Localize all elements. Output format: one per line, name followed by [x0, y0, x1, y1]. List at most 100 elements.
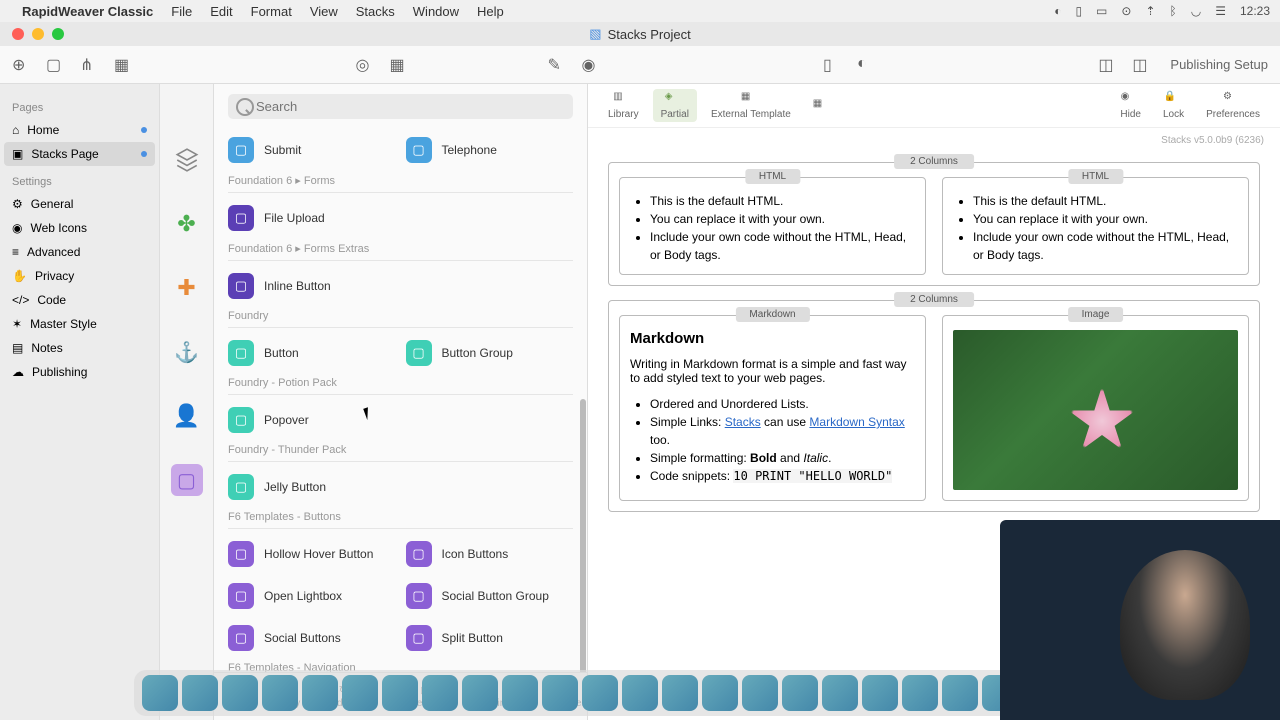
- stack-image[interactable]: Image: [942, 315, 1249, 501]
- stack-markdown[interactable]: Markdown Markdown Writing in Markdown fo…: [619, 315, 926, 501]
- macos-dock[interactable]: [134, 670, 1146, 716]
- dock-app-icon[interactable]: [902, 675, 938, 711]
- dock-app-icon[interactable]: [822, 675, 858, 711]
- scrollbar[interactable]: [580, 399, 586, 672]
- sidebar-publishing[interactable]: ☁Publishing: [0, 360, 159, 384]
- menu-edit[interactable]: Edit: [210, 4, 232, 19]
- grid-icon[interactable]: ▦: [389, 55, 409, 75]
- status-icon[interactable]: ▯: [1075, 4, 1082, 18]
- dock-app-icon[interactable]: [782, 675, 818, 711]
- mode-prefs[interactable]: ⚙Preferences: [1198, 89, 1268, 122]
- dock-app-icon[interactable]: [662, 675, 698, 711]
- sidebar-webicons[interactable]: ◉Web Icons: [0, 216, 159, 240]
- status-icon[interactable]: ⊙: [1121, 4, 1131, 18]
- dock-app-icon[interactable]: [302, 675, 338, 711]
- sidebar-right-icon[interactable]: ◫: [1132, 55, 1152, 75]
- dock-app-icon[interactable]: [382, 675, 418, 711]
- app-name[interactable]: RapidWeaver Classic: [22, 4, 153, 19]
- source-icon[interactable]: ◎: [355, 55, 375, 75]
- edit-icon[interactable]: ✎: [547, 55, 567, 75]
- dock-app-icon[interactable]: [942, 675, 978, 711]
- publishing-setup-button[interactable]: Publishing Setup: [1170, 57, 1268, 72]
- bluetooth-icon[interactable]: ᛒ: [1170, 4, 1177, 18]
- mode-partial[interactable]: ◈Partial: [653, 89, 697, 122]
- sidebar-masterstyle[interactable]: ✶Master Style: [0, 312, 159, 336]
- wifi-icon[interactable]: ◡: [1191, 4, 1201, 18]
- minimize-window-button[interactable]: [32, 28, 44, 40]
- resources-icon[interactable]: ▢: [46, 55, 66, 75]
- mode-external[interactable]: ▦External Template: [703, 89, 799, 122]
- stack-html[interactable]: HTMLThis is the default HTML.You can rep…: [619, 177, 926, 275]
- library-item[interactable]: ▢Telephone: [406, 137, 574, 163]
- library-item[interactable]: ▢Jelly Button: [228, 474, 396, 500]
- library-item[interactable]: ▢Split Button: [406, 625, 574, 651]
- category-puzzle-icon[interactable]: ✚: [171, 272, 203, 304]
- library-item[interactable]: ▢Submit: [228, 137, 396, 163]
- sidebar-left-icon[interactable]: ◫: [1098, 55, 1118, 75]
- dock-app-icon[interactable]: [702, 675, 738, 711]
- status-icon[interactable]: ◐: [1054, 4, 1061, 18]
- sidebar-privacy[interactable]: ✋Privacy: [0, 264, 159, 288]
- device-icon[interactable]: ▯: [823, 55, 843, 75]
- media-icon[interactable]: ▦: [114, 55, 134, 75]
- category-all-icon[interactable]: [171, 144, 203, 176]
- dock-app-icon[interactable]: [182, 675, 218, 711]
- library-item[interactable]: ▢Social Button Group: [406, 583, 574, 609]
- mode-library[interactable]: ▥Library: [600, 89, 647, 122]
- category-person-icon[interactable]: 👤: [171, 400, 203, 432]
- stack-2columns[interactable]: 2 Columns Markdown Markdown Writing in M…: [608, 300, 1260, 512]
- menu-stacks[interactable]: Stacks: [356, 4, 395, 19]
- maximize-window-button[interactable]: [52, 28, 64, 40]
- dock-app-icon[interactable]: [542, 675, 578, 711]
- dock-app-icon[interactable]: [222, 675, 258, 711]
- stack-html[interactable]: HTMLThis is the default HTML.You can rep…: [942, 177, 1249, 275]
- library-item[interactable]: ▢File Upload: [228, 205, 396, 231]
- dock-app-icon[interactable]: [862, 675, 898, 711]
- library-item[interactable]: ▢Hollow Hover Button: [228, 541, 396, 567]
- dock-app-icon[interactable]: [742, 675, 778, 711]
- stack-2columns[interactable]: 2 Columns HTMLThis is the default HTML.Y…: [608, 162, 1260, 286]
- mode-lock[interactable]: 🔒Lock: [1155, 89, 1192, 122]
- dock-app-icon[interactable]: [142, 675, 178, 711]
- dock-app-icon[interactable]: [582, 675, 618, 711]
- dock-app-icon[interactable]: [462, 675, 498, 711]
- library-item[interactable]: ▢Button: [228, 340, 396, 366]
- menu-help[interactable]: Help: [477, 4, 504, 19]
- sidebar-advanced[interactable]: ≡Advanced: [0, 240, 159, 264]
- dock-app-icon[interactable]: [502, 675, 538, 711]
- dock-app-icon[interactable]: [422, 675, 458, 711]
- preview-icon[interactable]: ◉: [581, 55, 601, 75]
- menu-window[interactable]: Window: [413, 4, 459, 19]
- menu-format[interactable]: Format: [251, 4, 292, 19]
- sidebar-code[interactable]: </>Code: [0, 288, 159, 312]
- simulate-icon[interactable]: ◐: [857, 55, 877, 75]
- library-item[interactable]: ▢Inline Button: [228, 273, 396, 299]
- sidebar-notes[interactable]: ▤Notes: [0, 336, 159, 360]
- close-window-button[interactable]: [12, 28, 24, 40]
- library-item[interactable]: ▢Button Group: [406, 340, 574, 366]
- sidebar-page-stacks[interactable]: ▣Stacks Page: [4, 142, 155, 166]
- clock[interactable]: 12:23: [1240, 4, 1270, 18]
- category-addons-icon[interactable]: ✤: [171, 208, 203, 240]
- category-selected-icon[interactable]: ▢: [171, 464, 203, 496]
- menu-file[interactable]: File: [171, 4, 192, 19]
- sidebar-general[interactable]: ⚙General: [0, 192, 159, 216]
- menu-view[interactable]: View: [310, 4, 338, 19]
- control-center-icon[interactable]: ☰: [1215, 4, 1226, 18]
- mode-grid[interactable]: ▦: [805, 96, 841, 116]
- battery-icon[interactable]: ▭: [1096, 4, 1107, 18]
- status-icon[interactable]: ⇡: [1145, 4, 1155, 18]
- snippets-icon[interactable]: ⋔: [80, 55, 100, 75]
- sidebar-page-home[interactable]: ⌂Home: [0, 118, 159, 142]
- library-item[interactable]: ▢Icon Buttons: [406, 541, 574, 567]
- library-item[interactable]: ▢Open Lightbox: [228, 583, 396, 609]
- dock-app-icon[interactable]: [622, 675, 658, 711]
- library-item[interactable]: ▢Social Buttons: [228, 625, 396, 651]
- library-item[interactable]: ▢Popover: [228, 407, 396, 433]
- dock-app-icon[interactable]: [262, 675, 298, 711]
- add-page-icon[interactable]: ⊕: [12, 55, 32, 75]
- category-anchor-icon[interactable]: ⚓: [171, 336, 203, 368]
- search-input[interactable]: [228, 94, 573, 119]
- mode-hide[interactable]: ◉Hide: [1112, 89, 1149, 122]
- dock-app-icon[interactable]: [342, 675, 378, 711]
